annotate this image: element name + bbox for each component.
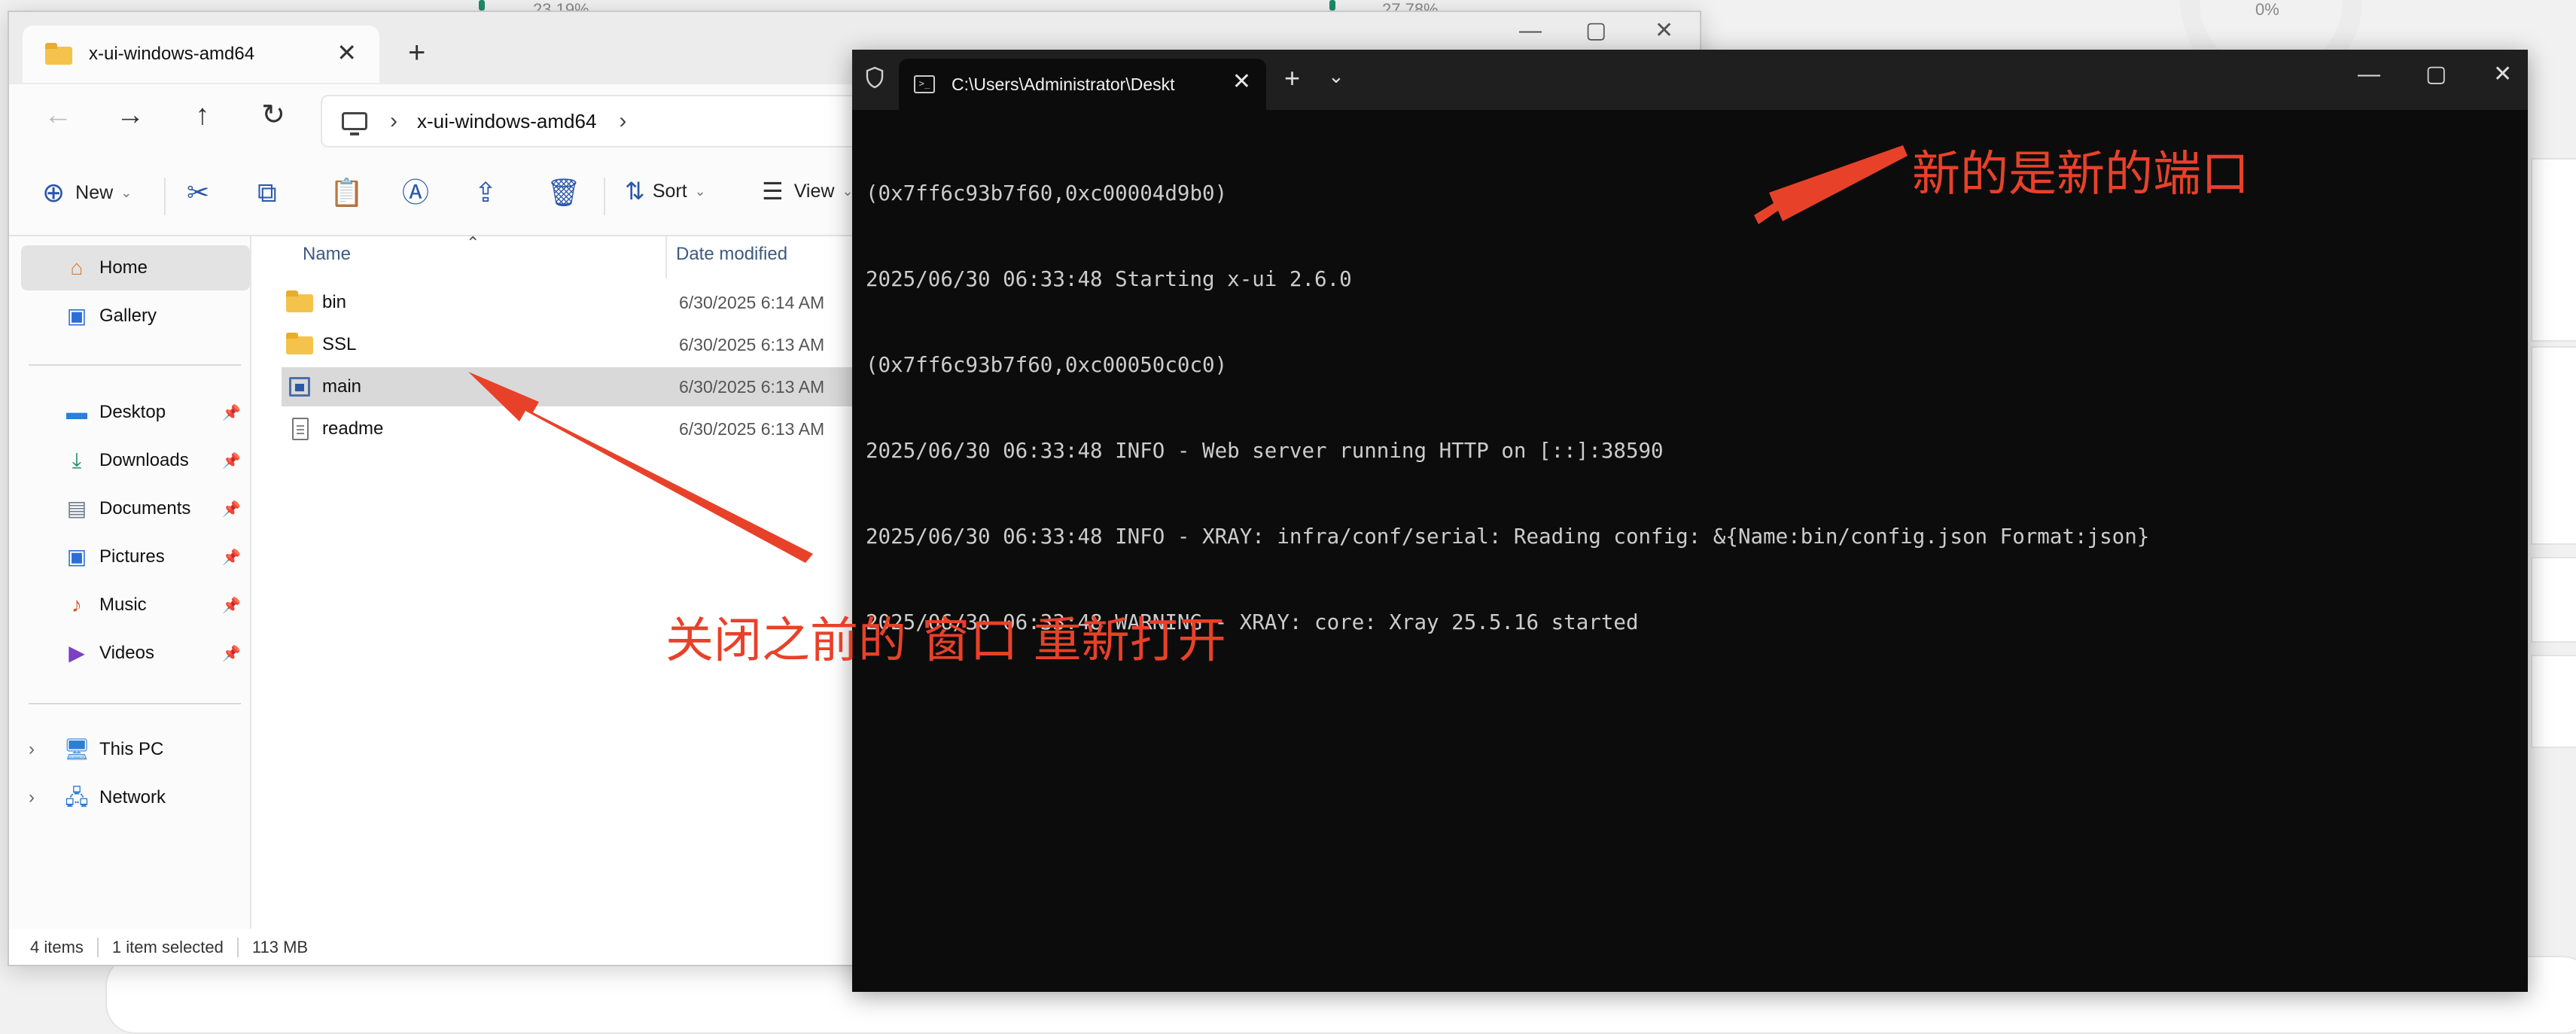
- annotation-reopen-window: 关闭之前的 窗口 重新打开: [665, 613, 1226, 669]
- annotation-new-port: 新的是新的端口: [1912, 147, 2249, 202]
- arrow-to-main-icon: [468, 372, 813, 563]
